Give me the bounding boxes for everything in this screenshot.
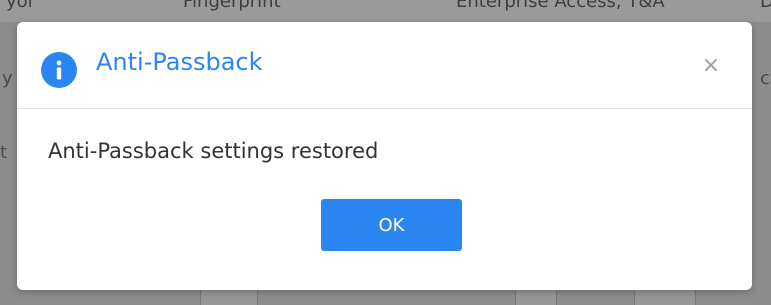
dialog-message: Anti-Passback settings restored (48, 139, 379, 163)
background-fragment: t (0, 142, 8, 163)
background-cell-box (200, 288, 258, 305)
background-cell: Enterprise Access, T&A (456, 0, 665, 12)
screen: yor Fingerprint Enterprise Access, T&A D… (0, 0, 771, 305)
background-fragment: c (760, 68, 770, 89)
ok-button[interactable]: OK (321, 199, 462, 251)
background-table-row: yor Fingerprint Enterprise Access, T&A D (0, 0, 771, 22)
background-fragment: y (2, 68, 13, 89)
close-button[interactable]: × (700, 53, 722, 79)
background-cell-box (515, 288, 557, 305)
dialog-header: Anti-Passback × (17, 22, 752, 109)
dialog-title: Anti-Passback (96, 48, 263, 76)
anti-passback-dialog: Anti-Passback × Anti-Passback settings r… (17, 22, 752, 290)
background-cell-box (634, 288, 696, 305)
info-icon (41, 52, 77, 88)
background-cell: yor (6, 0, 36, 12)
background-cell: Fingerprint (183, 0, 281, 12)
background-cell: D (760, 0, 771, 12)
